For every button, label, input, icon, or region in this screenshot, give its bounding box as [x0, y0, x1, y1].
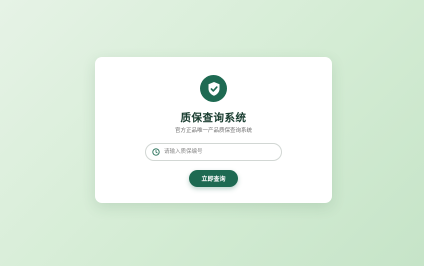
query-button[interactable]: 立即查询	[189, 170, 238, 187]
shield-check-icon	[200, 75, 227, 102]
clock-icon	[151, 148, 160, 157]
page-subtitle: 官方正品唯一产品质保查询系统	[174, 128, 252, 134]
query-card: 质保查询系统 官方正品唯一产品质保查询系统 立即查询	[95, 57, 332, 203]
warranty-number-input[interactable]	[164, 146, 274, 158]
page-title: 质保查询系统	[180, 112, 247, 124]
warranty-search-field[interactable]	[145, 143, 282, 161]
